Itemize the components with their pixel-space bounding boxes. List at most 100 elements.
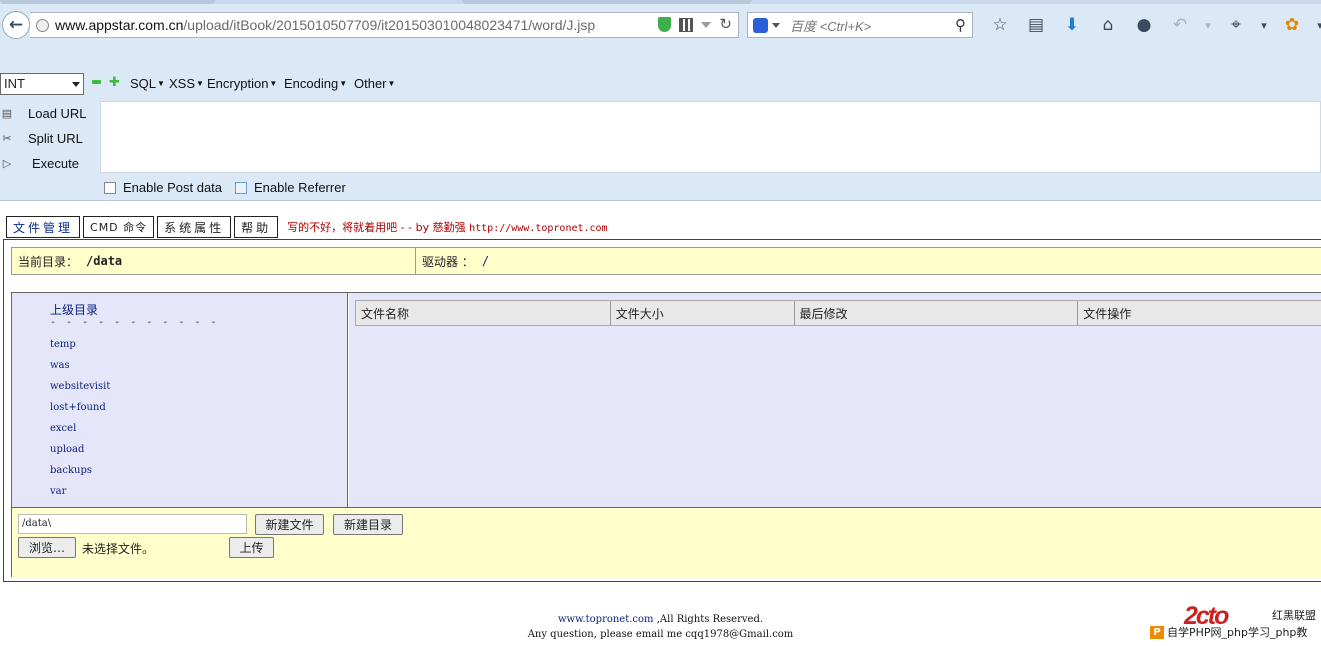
current-directory: 当前目录： /data [12, 248, 416, 274]
file-table-header: 文件名称 文件大小 最后修改 文件操作 [355, 300, 1321, 326]
play-icon: ▷ [2, 157, 12, 170]
load-url-label: Load URL [28, 105, 87, 121]
tab-system-properties[interactable]: 系统属性 [157, 216, 232, 238]
load-url-icon: ▤ [1, 107, 13, 120]
footer: www.topronet.com ,All Rights Reserved. A… [0, 612, 1321, 642]
split-url-button[interactable]: ✂ Split URL [0, 125, 83, 151]
credit-link[interactable]: http://www.topronet.com [469, 223, 607, 234]
globe-icon [36, 18, 49, 32]
qr-code-icon[interactable] [679, 17, 694, 32]
file-manager-panel: 当前目录： /data 驱动器 ： / 上级目录 - - - - - - - -… [3, 239, 1321, 582]
tab-cmd[interactable]: CMD 命令 [83, 216, 155, 238]
directory-item[interactable]: backups [50, 465, 110, 486]
directory-tree: 上级目录 - - - - - - - - - - - temp was websit… [12, 293, 348, 507]
watermark: 2cto 红黑联盟 P 自学PHP网_php学习_php教 [1150, 600, 1321, 646]
tab-file-manager[interactable]: 文件管理 [6, 216, 81, 238]
download-icon[interactable]: ⬇ [1054, 14, 1090, 36]
load-url-button[interactable]: ▤ Load URL [0, 100, 87, 126]
drive-label: 驱动器 ： [422, 254, 474, 269]
encoding-menu[interactable]: Encoding▼ [284, 76, 347, 91]
url-dropdown-icon[interactable] [701, 21, 712, 28]
php-logo-icon: P [1150, 625, 1164, 639]
parent-dir-link[interactable]: 上级目录 [50, 301, 98, 318]
watermark-bar-text: 自学PHP网_php学习_php教 [1167, 626, 1308, 639]
directory-list: temp was websitevisit lost+found excel upload… [50, 339, 110, 507]
browse-button[interactable]: 浏览… [18, 537, 76, 558]
chat-icon[interactable]: ● [1126, 14, 1162, 36]
tab-strip [0, 0, 1321, 4]
plus-icon[interactable]: ✚ [109, 75, 120, 90]
search-engine-dropdown-icon[interactable] [772, 22, 780, 28]
path-input[interactable]: /data\ [18, 514, 247, 534]
reading-list-icon[interactable]: ▤ [1018, 14, 1054, 36]
url-path: /upload/itBook/2015010507709/it201503010… [183, 17, 596, 33]
scissors-icon: ✂ [2, 132, 12, 145]
crop-icon[interactable]: ⌖ [1218, 14, 1254, 36]
int-select[interactable]: INT [0, 73, 84, 95]
url-bar[interactable]: www.appstar.com.cn/upload/itBook/2015010… [30, 12, 739, 38]
credit-text: 写的不好，将就着用吧 - - by 慈勤强 http://www.toprone… [287, 221, 608, 234]
url-textarea[interactable] [100, 101, 1321, 173]
col-file-actions: 文件操作 [1083, 306, 1132, 321]
xss-menu[interactable]: XSS▼ [169, 76, 204, 91]
page-tabs: 文件管理 CMD 命令 系统属性 帮助 写的不好，将就着用吧 - - by 慈勤… [6, 216, 608, 238]
directory-item[interactable]: upload [50, 444, 110, 465]
back-button[interactable]: ← [2, 11, 30, 39]
enable-referrer-checkbox[interactable]: Enable Referrer [235, 180, 346, 195]
shield-icon[interactable] [658, 17, 672, 32]
undo-icon[interactable]: ↶ [1162, 14, 1198, 36]
enable-referrer-label: Enable Referrer [254, 180, 346, 195]
enable-post-checkbox[interactable]: Enable Post data [104, 180, 222, 195]
sql-menu[interactable]: SQL▼ [130, 76, 165, 91]
new-directory-button[interactable]: 新建目录 [333, 514, 403, 535]
checkbox-box[interactable] [104, 181, 116, 194]
footer-link[interactable]: www.topronet.com [558, 614, 654, 625]
directory-item[interactable]: excel [50, 423, 110, 444]
home-icon[interactable]: ⌂ [1090, 14, 1126, 36]
browser-chrome: ← www.appstar.com.cn/upload/itBook/20150… [0, 0, 1321, 100]
actions-area: /data\ 新建文件 新建目录 浏览… 未选择文件。 上传 [12, 507, 1321, 578]
menu-dropdown-icon[interactable]: ▾ [1310, 14, 1321, 36]
no-file-label: 未选择文件。 [82, 542, 155, 556]
arrow-left-icon: ← [8, 15, 24, 35]
upload-button[interactable]: 上传 [229, 537, 274, 558]
footer-email: Any question, please email me cqq1978@Gm… [527, 629, 794, 640]
new-file-button[interactable]: 新建文件 [255, 514, 324, 535]
url-host: www.appstar.com.cn [55, 17, 184, 33]
url-bar-icons: ↻ [658, 17, 732, 32]
directory-bar: 当前目录： /data 驱动器 ： / [11, 247, 1321, 275]
extension-icon[interactable]: ✿ [1274, 14, 1310, 36]
current-dir-value: /data [86, 254, 123, 268]
drive-info: 驱动器 ： / [416, 248, 489, 274]
checkbox-box[interactable] [235, 181, 247, 194]
reload-icon[interactable]: ↻ [719, 17, 732, 32]
undo-dropdown-icon[interactable]: ▾ [1198, 14, 1218, 36]
chevron-down-icon [72, 82, 80, 87]
search-placeholder: 百度 <Ctrl+K> [790, 18, 872, 34]
separator: - - - - - - - - - - - [50, 317, 219, 328]
tab-right[interactable] [462, 0, 752, 4]
directory-item[interactable]: temp [50, 339, 110, 360]
browser-toolbar: ☆ ▤ ⬇ ⌂ ● ↶ ▾ ⌖ ▾ ✿ ▾ [982, 14, 1321, 36]
directory-item[interactable]: websitevisit [50, 381, 110, 402]
search-bar[interactable]: 百度 <Ctrl+K> ⚲ [747, 12, 973, 38]
bookmark-star-icon[interactable]: ☆ [982, 14, 1018, 36]
directory-item[interactable]: var [50, 486, 110, 507]
drive-link[interactable]: / [482, 254, 489, 268]
search-icon[interactable]: ⚲ [955, 16, 966, 34]
footer-rights: ,All Rights Reserved. [656, 614, 764, 625]
crop-dropdown-icon[interactable]: ▾ [1254, 14, 1274, 36]
encryption-menu[interactable]: Encryption▼ [207, 76, 277, 91]
directory-item[interactable]: lost+found [50, 402, 110, 423]
hackbar-toolbar: INT ✚ SQL▼ XSS▼ Encryption▼ Encoding▼ Ot… [0, 72, 1321, 98]
directory-item[interactable]: was [50, 360, 110, 381]
baidu-paw-icon[interactable] [753, 17, 768, 33]
tab-left[interactable] [0, 0, 215, 4]
minus-icon[interactable] [92, 80, 101, 84]
tab-help[interactable]: 帮助 [234, 216, 279, 238]
execute-button[interactable]: ▷ Execute [0, 150, 79, 176]
enable-post-label: Enable Post data [123, 180, 223, 195]
other-menu[interactable]: Other▼ [354, 76, 395, 91]
hackbar-panel: ▤ Load URL ✂ Split URL ▷ Execute Enable … [0, 100, 1321, 201]
int-select-value: INT [4, 76, 25, 91]
